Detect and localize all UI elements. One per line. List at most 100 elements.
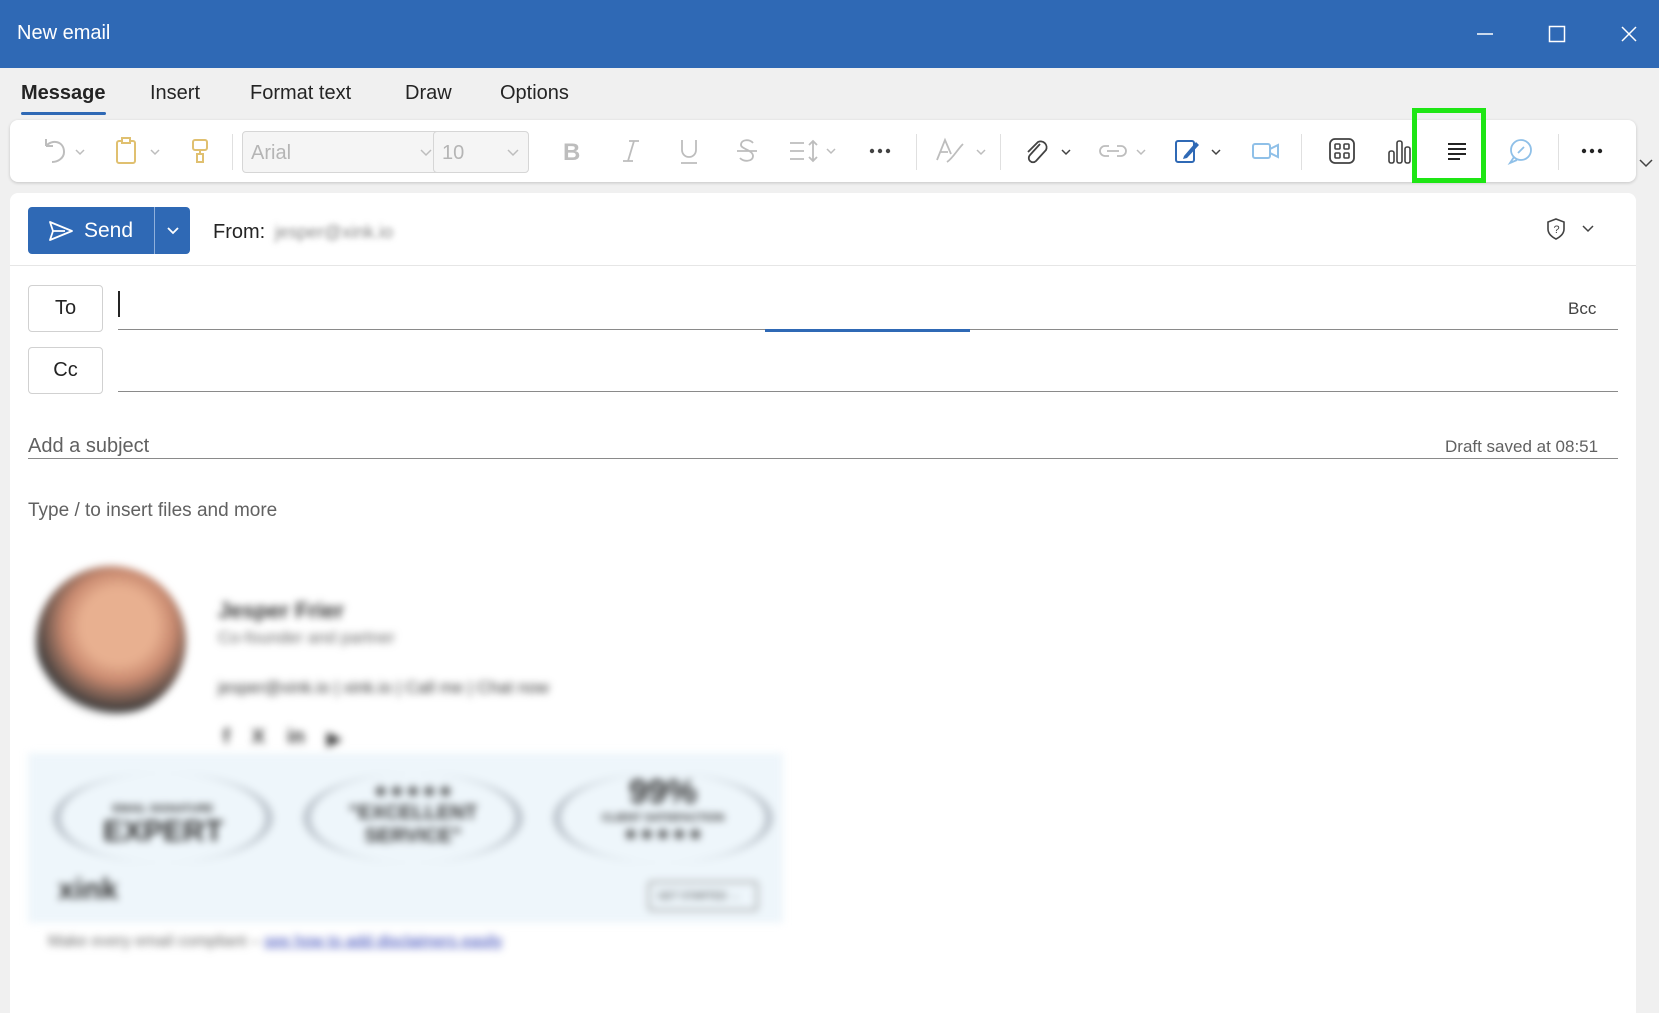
send-icon [49, 220, 73, 241]
badge-service-main: "EXCELLENT SERVICE" [348, 802, 478, 847]
badge-satisfaction: 99% CLIENT SATISFACTION ★★★★★ [553, 773, 773, 863]
signature-name: Jesper Frier [218, 598, 344, 623]
chevron-down-icon [1582, 225, 1594, 233]
text-align-icon [1448, 143, 1466, 160]
paste-button[interactable] [110, 120, 168, 182]
poll-button[interactable] [1378, 120, 1422, 182]
cc-button[interactable]: Cc [28, 347, 103, 394]
footer-text: Make every email compliant – [48, 933, 265, 950]
line-spacing-icon [790, 139, 836, 163]
paperclip-icon [1027, 140, 1071, 164]
signature-footer: Make every email compliant – see how to … [48, 933, 502, 951]
editor-button[interactable] [930, 120, 994, 182]
ellipsis-icon [869, 148, 891, 154]
bcc-button[interactable]: Bcc [1568, 299, 1596, 319]
summary-button[interactable] [1435, 120, 1479, 182]
font-name-value: Arial [251, 142, 292, 164]
undo-button[interactable] [36, 120, 92, 182]
tab-message[interactable]: Message [21, 82, 106, 115]
attach-file-button[interactable] [1020, 120, 1080, 182]
rating-stars: ★★★★★ [372, 781, 454, 801]
font-size-dropdown[interactable]: 10 [433, 131, 529, 173]
bar-chart-icon [1388, 140, 1411, 164]
signature-contact: jesper@xink.io | xink.io | Call me | Cha… [218, 678, 549, 697]
sensitivity-button[interactable]: ? [1545, 209, 1615, 249]
rating-stars: ★★★★★ [622, 824, 704, 844]
undo-icon [45, 139, 85, 163]
signature-button[interactable] [1170, 120, 1230, 182]
facebook-icon: f [223, 726, 230, 748]
font-name-dropdown[interactable]: Arial [242, 131, 442, 173]
badge-service: ★★★★★ "EXCELLENT SERVICE" [303, 773, 523, 863]
send-button[interactable]: Send [28, 207, 153, 254]
from-address: jesper@xink.io [274, 222, 394, 242]
subject-input[interactable]: Add a subject [28, 435, 149, 458]
shield-icon: ? [1547, 218, 1565, 240]
maximize-icon [1548, 25, 1566, 43]
tab-format-text[interactable]: Format text [250, 82, 351, 105]
svg-text:B: B [563, 139, 580, 164]
to-input[interactable] [118, 283, 1618, 329]
line-spacing-button[interactable] [785, 120, 845, 182]
more-formatting-button[interactable] [860, 120, 900, 182]
compose-pane: Send From: jesper@xink.io ? To Bcc Cc Ad… [10, 193, 1636, 1013]
avatar [36, 566, 186, 716]
ribbon-collapse-button[interactable] [1638, 156, 1654, 174]
link-icon [1099, 145, 1146, 157]
tab-insert[interactable]: Insert [150, 82, 200, 105]
copilot-chat-button[interactable] [1498, 120, 1542, 182]
cc-underline [118, 391, 1618, 392]
cc-input[interactable] [118, 347, 1618, 391]
maximize-button[interactable] [1535, 12, 1579, 56]
badge-expert: EMAIL SIGNATURE EXPERT [53, 773, 273, 863]
teams-meeting-button[interactable] [1246, 120, 1286, 182]
strikethrough-icon [737, 139, 757, 162]
format-painter-button[interactable] [180, 120, 220, 182]
email-signature: Jesper Frier Co-founder and partner jesp… [28, 558, 788, 958]
chevron-down-icon [166, 226, 179, 234]
get-started-button: GET STARTED → [648, 881, 758, 911]
send-label: Send [84, 218, 134, 242]
minimize-button[interactable] [1463, 12, 1507, 56]
from-label: From: [213, 221, 266, 243]
badge-expert-main: EXPERT [102, 815, 224, 848]
italic-button[interactable] [610, 120, 652, 182]
italic-icon [623, 140, 639, 162]
draft-status: Draft saved at 08:51 [1445, 437, 1599, 456]
cc-label: Cc [53, 359, 78, 381]
chat-bubble-icon [1507, 139, 1532, 165]
ribbon-toolbar: Arial 10 B [10, 120, 1636, 182]
chevron-down-icon [420, 149, 432, 157]
underline-icon [681, 140, 697, 164]
from-field[interactable]: From: jesper@xink.io [213, 221, 393, 244]
apps-grid-icon [1329, 138, 1355, 164]
to-button[interactable]: To [28, 285, 103, 332]
chevron-down-icon [507, 149, 519, 157]
divider [10, 265, 1636, 266]
underline-button[interactable] [668, 120, 710, 182]
x-icon: X [251, 726, 266, 748]
send-options-button[interactable] [154, 207, 190, 254]
brand-logo: xink [58, 873, 119, 906]
bold-button[interactable]: B [550, 120, 592, 182]
tab-draw[interactable]: Draw [405, 82, 452, 105]
text-caret [118, 291, 120, 317]
footer-link: see how to add disclaimers easily [264, 933, 503, 950]
subject-underline [28, 458, 1618, 459]
svg-text:?: ? [1554, 224, 1560, 236]
font-size-value: 10 [442, 142, 465, 164]
focus-indicator [765, 329, 970, 332]
badge-expert-top: EMAIL SIGNATURE [112, 803, 214, 815]
window-title: New email [17, 22, 111, 44]
more-options-button[interactable] [1570, 120, 1614, 182]
insert-link-button[interactable] [1095, 120, 1155, 182]
signature-icon [1175, 140, 1221, 163]
close-window-button[interactable] [1607, 12, 1651, 56]
tab-options[interactable]: Options [500, 82, 569, 105]
strikethrough-button[interactable] [726, 120, 768, 182]
video-camera-icon [1252, 143, 1279, 159]
badge-satisfaction-main: 99% [628, 773, 698, 811]
body-placeholder[interactable]: Type / to insert files and more [28, 500, 277, 522]
social-icons: f X in ▶ [223, 726, 342, 751]
apps-button[interactable] [1320, 120, 1364, 182]
